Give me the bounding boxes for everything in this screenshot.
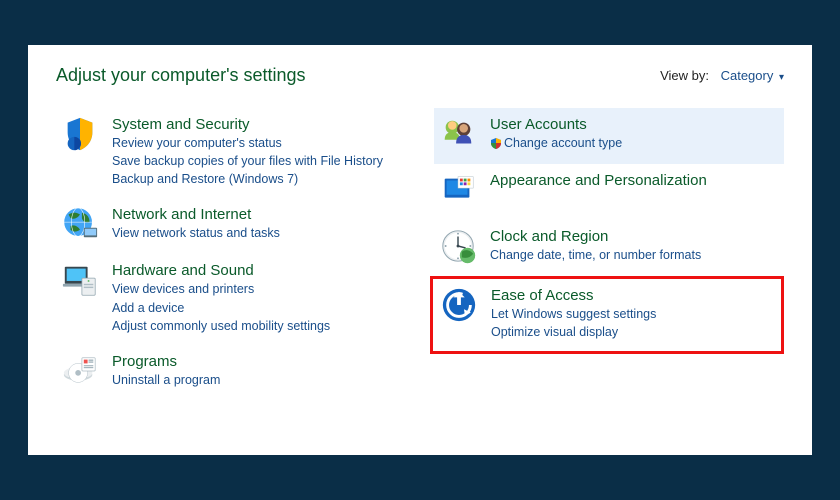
control-panel: Adjust your computer's settings View by:… bbox=[28, 45, 812, 455]
category-link[interactable]: Adjust commonly used mobility settings bbox=[112, 317, 402, 335]
page-title: Adjust your computer's settings bbox=[56, 65, 306, 86]
right-column: User AccountsChange account type Appearan… bbox=[434, 108, 784, 401]
category-title[interactable]: Hardware and Sound bbox=[112, 262, 402, 279]
category-link[interactable]: View network status and tasks bbox=[112, 224, 402, 242]
category-body: Clock and RegionChange date, time, or nu… bbox=[490, 226, 780, 264]
category-title[interactable]: Ease of Access bbox=[491, 287, 777, 304]
category-title[interactable]: Clock and Region bbox=[490, 228, 780, 245]
clock-icon[interactable] bbox=[438, 226, 478, 266]
view-by-label: View by: bbox=[660, 68, 709, 83]
header-row: Adjust your computer's settings View by:… bbox=[56, 65, 784, 86]
category-title[interactable]: Programs bbox=[112, 353, 402, 370]
category-network-and-internet: Network and InternetView network status … bbox=[56, 198, 406, 254]
category-body: Appearance and Personalization bbox=[490, 170, 780, 190]
category-user-accounts: User AccountsChange account type bbox=[434, 108, 784, 164]
category-link[interactable]: Let Windows suggest settings bbox=[491, 305, 777, 323]
category-link[interactable]: Review your computer's status bbox=[112, 134, 402, 152]
category-link[interactable]: Optimize visual display bbox=[491, 323, 777, 341]
programs-icon[interactable] bbox=[60, 351, 100, 391]
category-body: System and SecurityReview your computer'… bbox=[112, 114, 402, 188]
category-link[interactable]: Backup and Restore (Windows 7) bbox=[112, 170, 402, 188]
category-link[interactable]: Uninstall a program bbox=[112, 371, 402, 389]
category-body: User AccountsChange account type bbox=[490, 114, 780, 152]
category-clock-and-region: Clock and RegionChange date, time, or nu… bbox=[434, 220, 784, 276]
users-icon[interactable] bbox=[438, 114, 478, 154]
category-body: ProgramsUninstall a program bbox=[112, 351, 402, 389]
category-link[interactable]: Add a device bbox=[112, 299, 402, 317]
uac-shield-icon bbox=[490, 136, 502, 148]
ease-icon[interactable] bbox=[439, 285, 479, 325]
category-hardware-and-sound: Hardware and SoundView devices and print… bbox=[56, 254, 406, 344]
category-body: Ease of AccessLet Windows suggest settin… bbox=[491, 285, 777, 341]
category-link[interactable]: View devices and printers bbox=[112, 280, 402, 298]
category-link[interactable]: Change account type bbox=[490, 134, 780, 152]
left-column: System and SecurityReview your computer'… bbox=[56, 108, 406, 401]
category-system-and-security: System and SecurityReview your computer'… bbox=[56, 108, 406, 198]
category-programs: ProgramsUninstall a program bbox=[56, 345, 406, 401]
category-body: Hardware and SoundView devices and print… bbox=[112, 260, 402, 334]
view-by: View by: Category ▾ bbox=[660, 68, 784, 83]
category-ease-of-access: Ease of AccessLet Windows suggest settin… bbox=[430, 276, 784, 354]
category-columns: System and SecurityReview your computer'… bbox=[56, 108, 784, 401]
category-title[interactable]: User Accounts bbox=[490, 116, 780, 133]
chevron-down-icon: ▾ bbox=[779, 72, 784, 83]
category-link[interactable]: Change date, time, or number formats bbox=[490, 246, 780, 264]
globe-icon[interactable] bbox=[60, 204, 100, 244]
shield-icon[interactable] bbox=[60, 114, 100, 154]
appearance-icon[interactable] bbox=[438, 170, 478, 210]
view-by-value: Category bbox=[721, 68, 774, 83]
hardware-icon[interactable] bbox=[60, 260, 100, 300]
category-link[interactable]: Save backup copies of your files with Fi… bbox=[112, 152, 402, 170]
view-by-dropdown[interactable]: Category ▾ bbox=[721, 68, 784, 83]
category-title[interactable]: System and Security bbox=[112, 116, 402, 133]
category-appearance-and-personalization: Appearance and Personalization bbox=[434, 164, 784, 220]
category-body: Network and InternetView network status … bbox=[112, 204, 402, 242]
category-title[interactable]: Appearance and Personalization bbox=[490, 172, 780, 189]
category-title[interactable]: Network and Internet bbox=[112, 206, 402, 223]
